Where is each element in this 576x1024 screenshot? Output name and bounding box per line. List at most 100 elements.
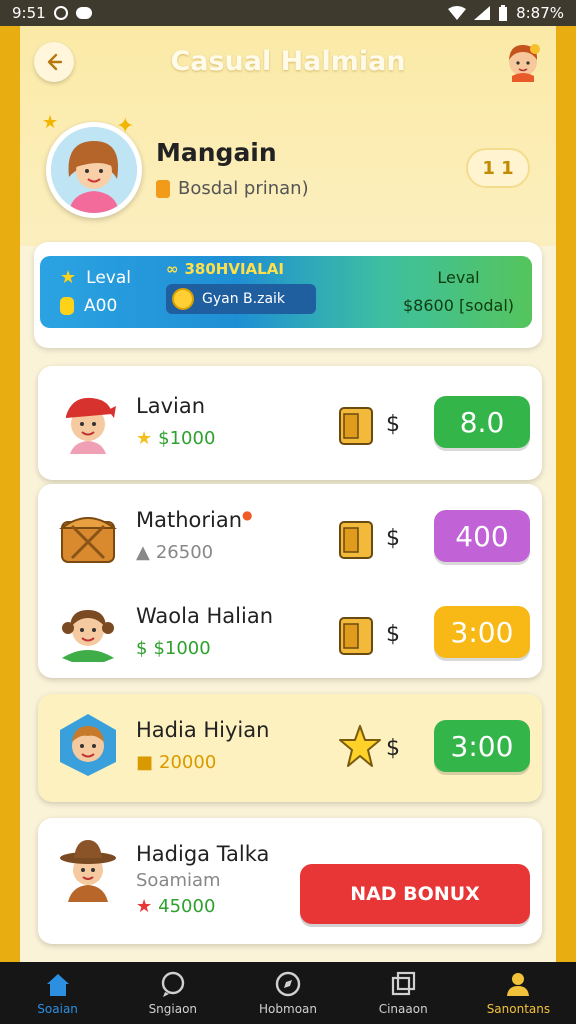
battery-icon [499, 5, 508, 21]
level-mid: ∞ 380HVIALAI Gyan B.zaik [166, 260, 318, 320]
star-icon [339, 725, 381, 767]
lock-icon [156, 179, 170, 198]
back-button[interactable] [34, 42, 74, 82]
buy-button[interactable]: 8.0 [434, 396, 530, 448]
level-action-label: Gyan B.zaik [202, 291, 286, 307]
level-label: Leval [86, 268, 131, 288]
star-icon: ★ [136, 896, 153, 917]
buy-button[interactable]: 400 [434, 510, 530, 562]
badge-dot-icon: ● [242, 508, 253, 522]
bonus-button[interactable]: NAD BONUX [300, 864, 530, 924]
currency-symbol: $ [386, 526, 400, 551]
lock-icon: ■ [136, 752, 154, 773]
link-icon: ∞ [166, 260, 179, 278]
header: Casual Halmian ★ ✦ Mangain Bosdal prinan… [20, 26, 556, 246]
user-avatar-icon[interactable] [502, 40, 544, 82]
nav-label: Soaian [37, 1002, 78, 1016]
cash-icon: $ [136, 638, 148, 659]
star-icon: ★ [60, 267, 77, 288]
item-price-line: ★ $1000 [136, 428, 215, 449]
level-right-label: Leval [437, 268, 480, 287]
list-item[interactable]: Mathorian● ▲ 26500 $ 400 [38, 488, 542, 584]
treasure-chest-icon [59, 517, 117, 563]
profile-subtitle: Bosdal prinan) [156, 178, 309, 199]
count-pill[interactable]: 1 1 [466, 148, 530, 188]
profile-subtitle-text: Bosdal prinan) [178, 178, 309, 199]
buy-button[interactable]: 3:00 [434, 606, 530, 658]
item-card: Mathorian● ▲ 26500 $ 400 Waola Halian $ $1… [38, 484, 542, 678]
page-title: Casual Halmian [170, 46, 406, 77]
profile-name: Mangain [156, 138, 277, 167]
gift-box-icon [339, 521, 373, 559]
chat-bubble-icon [161, 971, 184, 997]
list-item[interactable]: Hadiga Talka Soamiam ★ 45000 NAD BONUX [38, 822, 542, 940]
level-action-button[interactable]: Gyan B.zaik [166, 284, 316, 314]
gift-box-icon [339, 617, 373, 655]
battery-percent: 8:87% [516, 4, 564, 22]
item-price-line: ★ 45000 [136, 896, 215, 917]
nav-item-home[interactable]: Soaian [0, 962, 115, 1024]
nav-item-compass[interactable]: Hobmoan [230, 962, 345, 1024]
nav-item-cards[interactable]: Cinaaon [346, 962, 461, 1024]
item-price: 26500 [155, 542, 214, 563]
list-item[interactable]: Hadia Hiyian ■ 20000 $ 3:00 [38, 698, 542, 794]
nav-item-profile[interactable]: Sanontans [461, 962, 576, 1024]
boy-character-icon [60, 714, 116, 776]
level-card: ★ Leval A00 ∞ 380HVIALAI Gyan B.zaik Leval… [34, 242, 542, 348]
message-icon [75, 7, 92, 19]
nav-label: Cinaaon [378, 1002, 428, 1016]
smiley-icon [172, 288, 194, 310]
item-price: 45000 [158, 896, 216, 917]
level-left: ★ Leval A00 [60, 264, 131, 320]
item-price: 20000 [159, 752, 217, 773]
buy-button[interactable]: 3:00 [434, 720, 530, 772]
level-banner: ★ Leval A00 ∞ 380HVIALAI Gyan B.zaik Leval… [40, 256, 532, 328]
girl-character-icon [62, 610, 114, 662]
currency-symbol: $ [386, 412, 400, 437]
nav-item-chat[interactable]: Sngiaon [115, 962, 230, 1024]
list-item[interactable]: Lavian ★ $1000 $ 8.0 [38, 374, 542, 470]
item-name: Hadiga Talka [136, 842, 270, 866]
signal-icon [474, 6, 491, 20]
app-screen: Casual Halmian ★ ✦ Mangain Bosdal prinan… [20, 26, 556, 962]
cowboy-character-icon [60, 840, 116, 902]
nav-label: Sanontans [486, 1002, 551, 1016]
compass-icon [275, 971, 301, 997]
back-arrow-icon [47, 53, 63, 71]
item-price-line: $ $1000 [136, 638, 211, 659]
level-mid-title: 380HVIALAI [184, 260, 284, 278]
item-card: Lavian ★ $1000 $ 8.0 [38, 366, 542, 480]
gift-box-icon [339, 407, 373, 445]
notification-icon [53, 6, 68, 20]
item-price: $1000 [153, 638, 211, 659]
sparkle-icon: ★ [42, 112, 59, 133]
level-right: Leval $8600 [sodal) [403, 264, 514, 320]
profile-avatar[interactable] [46, 122, 142, 218]
item-name: Waola Halian [136, 604, 274, 628]
item-name: Mathorian● [136, 508, 253, 532]
home-icon [46, 974, 69, 996]
girl-avatar-icon [51, 127, 137, 213]
level-right-value: $8600 [sodal) [403, 296, 514, 315]
star-icon: ★ [136, 428, 153, 449]
item-subtitle: Soamiam [136, 870, 221, 891]
item-card: Hadia Hiyian ■ 20000 $ 3:00 [38, 694, 542, 802]
currency-symbol: $ [386, 622, 400, 647]
item-price-line: ▲ 26500 [136, 542, 213, 563]
cards-icon [392, 971, 416, 996]
bottom-nav: Soaian Sngiaon Hobmoan Cinaaon Sanontans [0, 962, 576, 1024]
list-item[interactable]: Waola Halian $ $1000 $ 3:00 [38, 584, 542, 680]
item-price-line: ■ 20000 [136, 752, 216, 773]
level-value: A00 [84, 296, 118, 316]
coin-icon [60, 297, 74, 315]
status-bar: 9:51 8:87% [0, 0, 576, 26]
item-price: $1000 [158, 428, 216, 449]
item-name: Lavian [136, 394, 206, 418]
nav-label: Sngiaon [148, 1002, 198, 1016]
item-card: Hadiga Talka Soamiam ★ 45000 NAD BONUX [38, 818, 542, 944]
currency-symbol: $ [386, 736, 400, 761]
nav-label: Hobmoan [259, 1002, 317, 1016]
person-icon [507, 973, 530, 996]
lock-icon: ▲ [136, 542, 150, 563]
wifi-icon [448, 6, 467, 20]
